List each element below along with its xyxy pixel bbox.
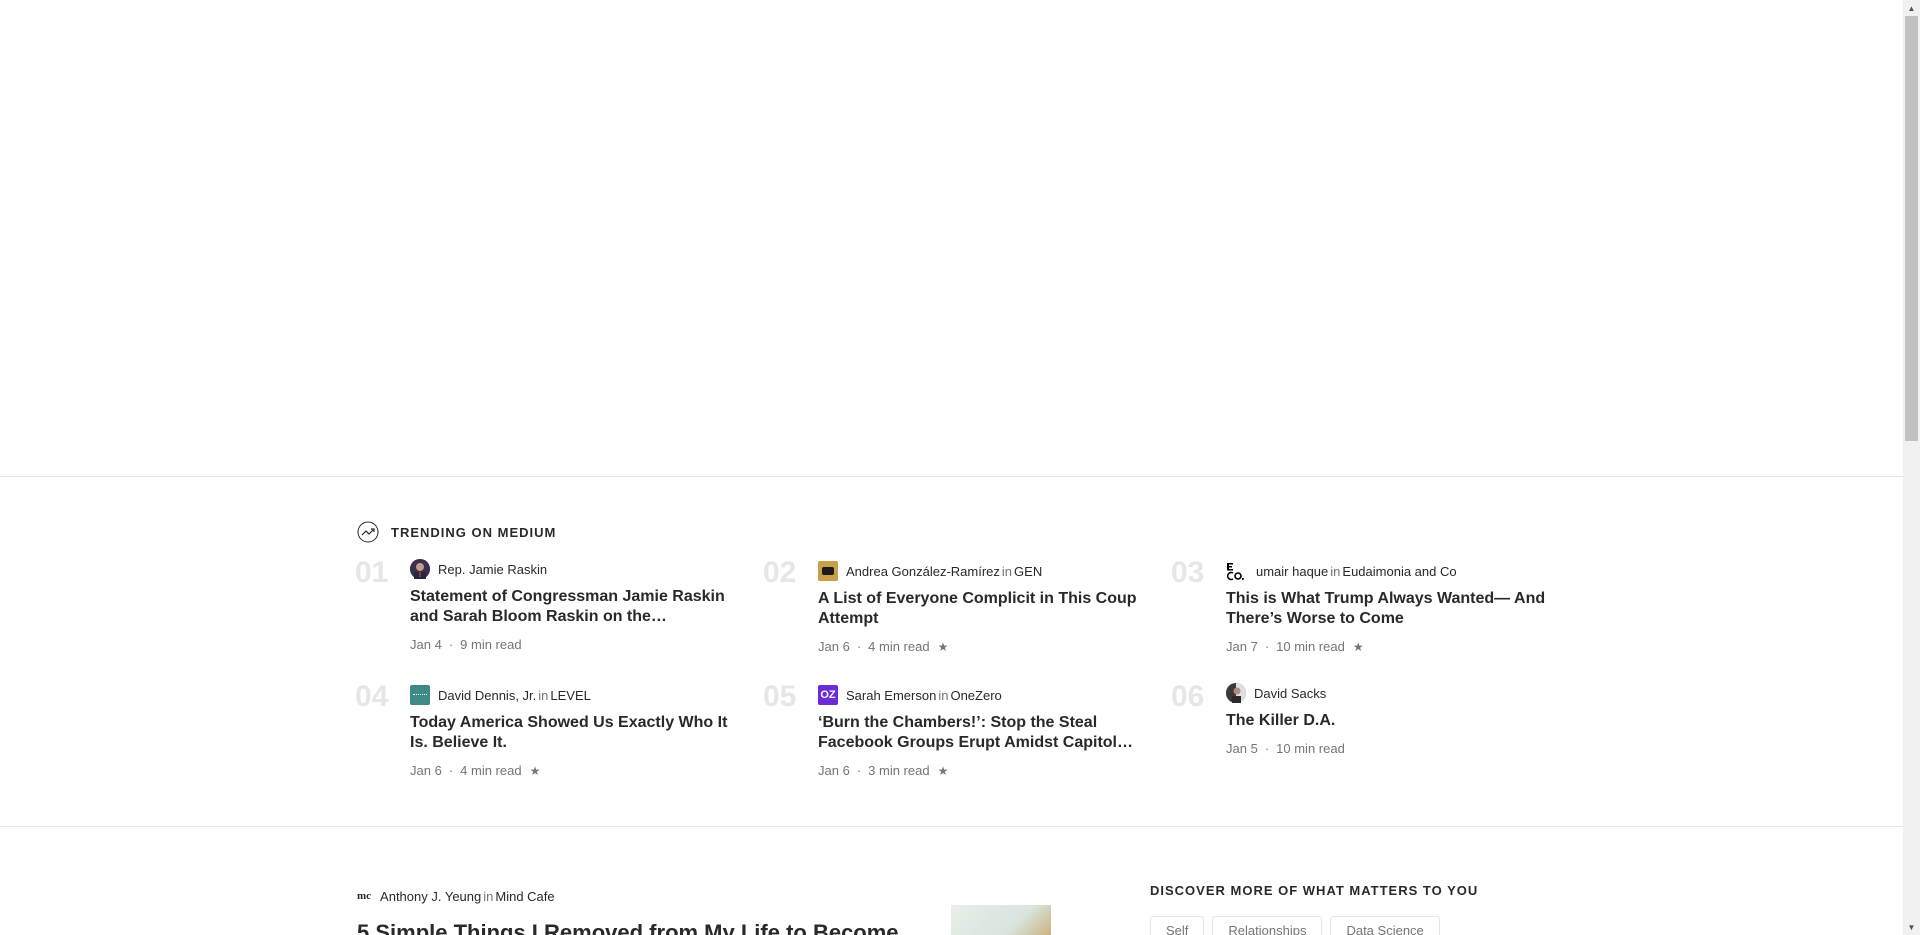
article-title[interactable]: Today America Showed Us Exactly Who It I…: [410, 713, 740, 753]
topic-tags: Self Relationships Data Science: [1150, 916, 1478, 935]
author-name[interactable]: umair haque: [1256, 564, 1328, 579]
publication-logo[interactable]: OZ: [818, 685, 838, 705]
author-row: David Sacks: [1226, 683, 1556, 703]
read-time: 9 min read: [460, 637, 522, 652]
in-word: in: [938, 687, 949, 703]
publication-name[interactable]: Eudaimonia and Co: [1342, 564, 1456, 579]
author-row: OZ Sarah Emerson in OneZero: [818, 685, 1148, 705]
read-time: 4 min read: [460, 763, 522, 778]
publication-name[interactable]: Mind Cafe: [495, 889, 554, 904]
author-row: mc Anthony J. Yeung in Mind Cafe: [357, 886, 899, 906]
article-title[interactable]: This is What Trump Always Wanted— And Th…: [1226, 589, 1556, 629]
publication-name[interactable]: LEVEL: [550, 688, 590, 703]
in-word: in: [483, 888, 494, 904]
trending-rank: 04: [355, 680, 389, 713]
trending-header: TRENDING ON MEDIUM: [357, 521, 556, 543]
meta-separator: ·: [1264, 741, 1270, 756]
discover-section: DISCOVER MORE OF WHAT MATTERS TO YOU Sel…: [1150, 883, 1478, 935]
read-time: 10 min read: [1276, 741, 1345, 756]
author-name[interactable]: David Dennis, Jr.: [438, 688, 536, 703]
feed-article[interactable]: mc Anthony J. Yeung in Mind Cafe 5 Simpl…: [357, 886, 899, 935]
article-title[interactable]: ‘Burn the Chambers!’: Stop the Steal Fac…: [818, 713, 1148, 753]
author-avatar[interactable]: [410, 559, 430, 579]
author-name[interactable]: Andrea González-Ramírez: [846, 564, 1000, 579]
publication-logo[interactable]: [1226, 561, 1248, 581]
trending-rank: 05: [763, 680, 797, 713]
meta-separator: ·: [448, 637, 454, 652]
article-meta: Jan 4 · 9 min read: [410, 637, 740, 652]
publication-name[interactable]: OneZero: [950, 688, 1001, 703]
article-date: Jan 5: [1226, 741, 1258, 756]
member-star-icon: ★: [937, 763, 949, 778]
trending-title: TRENDING ON MEDIUM: [391, 524, 557, 540]
trending-icon: [357, 521, 379, 543]
publication-name[interactable]: GEN: [1014, 564, 1042, 579]
read-time: 4 min read: [868, 639, 930, 654]
article-title[interactable]: Statement of Congressman Jamie Raskin an…: [410, 587, 740, 627]
scrollbar-thumb[interactable]: [1905, 16, 1918, 441]
author-avatar[interactable]: [1226, 683, 1246, 703]
article-date: Jan 4: [410, 637, 442, 652]
author-name[interactable]: Anthony J. Yeung: [380, 889, 481, 904]
in-word: in: [538, 687, 549, 703]
article-date: Jan 6: [410, 763, 442, 778]
member-star-icon: ★: [937, 639, 949, 654]
meta-separator: ·: [856, 639, 862, 654]
author-name[interactable]: David Sacks: [1254, 686, 1326, 701]
vertical-scrollbar[interactable]: ▲ ▼: [1903, 0, 1920, 935]
topic-tag-self[interactable]: Self: [1150, 916, 1205, 935]
trending-section: TRENDING ON MEDIUM 01 Rep. Jamie Raskin …: [0, 477, 1903, 827]
meta-separator: ·: [1264, 639, 1270, 654]
author-name[interactable]: Rep. Jamie Raskin: [438, 562, 547, 577]
in-word: in: [1330, 563, 1341, 579]
trending-rank: 03: [1171, 556, 1205, 589]
hero-banner: [0, 0, 1903, 477]
author-row: Andrea González-Ramírez in GEN: [818, 561, 1148, 581]
topic-tag-relationships[interactable]: Relationships: [1212, 916, 1323, 935]
in-word: in: [1001, 563, 1013, 579]
eudaimonia-logo-icon: [1226, 563, 1244, 581]
topic-tag-data-science[interactable]: Data Science: [1330, 916, 1440, 935]
article-date: Jan 6: [818, 639, 850, 654]
author-name[interactable]: Sarah Emerson: [846, 688, 936, 703]
article-date: Jan 7: [1226, 639, 1258, 654]
publication-logo[interactable]: [818, 561, 838, 581]
meta-separator: ·: [856, 763, 862, 778]
article-meta: Jan 5 · 10 min read: [1226, 741, 1556, 756]
mind-cafe-logo[interactable]: mc: [357, 890, 371, 902]
author-row: Rep. Jamie Raskin: [410, 559, 740, 579]
publication-logo[interactable]: [410, 685, 430, 705]
scroll-up-arrow-icon[interactable]: ▲: [1903, 0, 1920, 16]
article-title[interactable]: The Killer D.A.: [1226, 711, 1556, 731]
meta-separator: ·: [448, 763, 454, 778]
scroll-down-arrow-icon[interactable]: ▼: [1903, 919, 1920, 935]
page: TRENDING ON MEDIUM 01 Rep. Jamie Raskin …: [0, 0, 1903, 935]
trending-rank: 01: [355, 556, 389, 589]
read-time: 3 min read: [868, 763, 930, 778]
discover-title: DISCOVER MORE OF WHAT MATTERS TO YOU: [1150, 883, 1479, 898]
author-row: umair haque in Eudaimonia and Co: [1226, 561, 1556, 581]
article-meta: Jan 7 · 10 min read ★: [1226, 639, 1556, 654]
member-star-icon: ★: [1352, 639, 1364, 654]
author-row: David Dennis, Jr. in LEVEL: [410, 685, 740, 705]
article-meta: Jan 6 · 4 min read ★: [410, 763, 740, 778]
level-logo-icon: [413, 693, 427, 697]
feed-article-thumbnail[interactable]: [951, 905, 1051, 935]
article-meta: Jan 6 · 3 min read ★: [818, 763, 1148, 778]
read-time: 10 min read: [1276, 639, 1345, 654]
article-title[interactable]: A List of Everyone Complicit in This Cou…: [818, 589, 1148, 629]
article-meta: Jan 6 · 4 min read ★: [818, 639, 1148, 654]
trending-rank: 06: [1171, 680, 1205, 713]
feed-article-title[interactable]: 5 Simple Things I Removed from My Life t…: [357, 920, 899, 935]
trending-rank: 02: [763, 556, 797, 589]
article-date: Jan 6: [818, 763, 850, 778]
member-star-icon: ★: [529, 763, 541, 778]
gen-logo-icon: [822, 567, 834, 575]
